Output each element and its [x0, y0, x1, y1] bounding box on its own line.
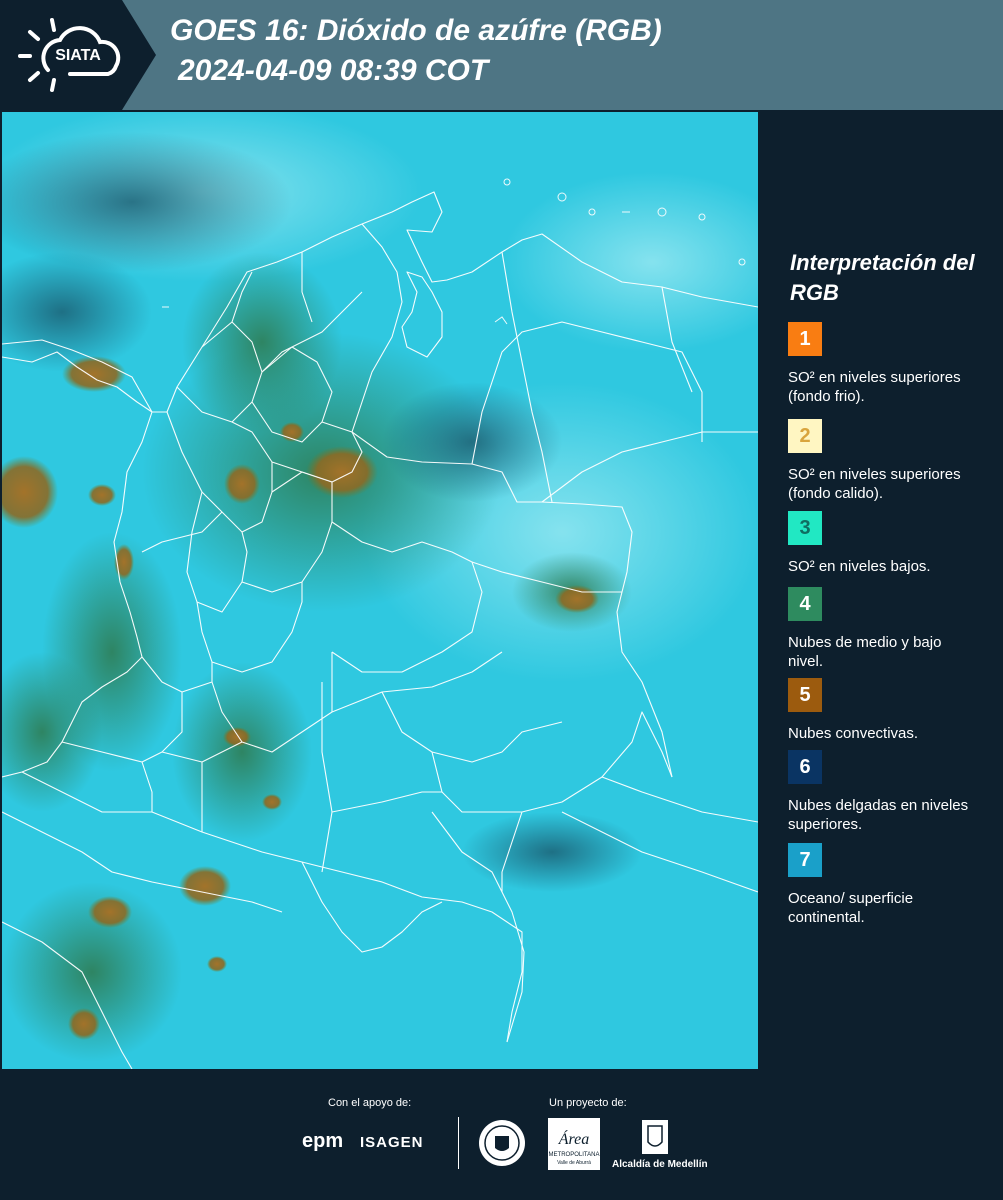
- page-title: GOES 16: Dióxido de azúfre (RGB): [170, 14, 662, 47]
- alcaldia-shield-icon: [642, 1120, 668, 1154]
- legend-label: SO² en niveles superiores (fondo frio).: [788, 369, 961, 405]
- legend-item: 7 Oceano/ superficie continental.: [788, 843, 988, 927]
- legend-number: 5: [799, 683, 811, 706]
- legend-swatch: 1: [788, 322, 822, 356]
- legend-swatch: 4: [788, 587, 822, 621]
- medellin-seal-icon: [479, 1120, 525, 1166]
- map-image: [2, 112, 758, 1069]
- alcaldia-label: Alcaldía de Medellín: [612, 1159, 708, 1170]
- isagen-logo: ISAGEN: [360, 1134, 424, 1151]
- project-label: Un proyecto de:: [549, 1097, 627, 1109]
- legend-number: 6: [799, 755, 811, 778]
- svg-text:Valle de Aburrá: Valle de Aburrá: [557, 1160, 591, 1166]
- legend-label: SO² en niveles superiores (fondo calido)…: [788, 466, 961, 502]
- legend-item: 4 Nubes de medio y bajo nivel.: [788, 587, 988, 671]
- area-metropolitana-logo: Área METROPOLITANA Valle de Aburrá: [548, 1118, 600, 1170]
- epm-logo: epm: [302, 1130, 344, 1152]
- legend-number: 2: [799, 424, 811, 447]
- legend-item: 2 SO² en niveles superiores (fondo calid…: [788, 419, 988, 503]
- legend-item: 1 SO² en niveles superiores (fondo frio)…: [788, 322, 988, 406]
- page-timestamp: 2024-04-09 08:39 COT: [178, 54, 489, 87]
- footer: Con el apoyo de: Un proyecto de: epm ISA…: [0, 1070, 1003, 1200]
- legend-swatch: 2: [788, 419, 822, 453]
- legend-swatch: 6: [788, 750, 822, 784]
- legend-title: Interpretación del RGB: [790, 250, 975, 305]
- legend-swatch: 7: [788, 843, 822, 877]
- legend-label: Nubes de medio y bajo nivel.: [788, 634, 942, 670]
- legend-number: 4: [799, 592, 811, 615]
- header: SIATA GOES 16: Dióxido de azúfre (RGB) 2…: [0, 0, 1003, 110]
- legend-label: Nubes convectivas.: [788, 725, 919, 742]
- support-label: Con el apoyo de:: [328, 1097, 412, 1109]
- satellite-map: [2, 112, 758, 1069]
- footer-divider: [458, 1117, 459, 1169]
- legend-swatch: 5: [788, 678, 822, 712]
- legend-label: Oceano/ superficie continental.: [788, 890, 914, 926]
- legend-label: Nubes delgadas en niveles superiores.: [788, 797, 969, 833]
- logo-text: SIATA: [55, 47, 101, 64]
- svg-text:METROPOLITANA: METROPOLITANA: [549, 1152, 600, 1158]
- legend-panel: Interpretación del RGB 1 SO² en niveles …: [760, 110, 1003, 1070]
- legend-item: 6 Nubes delgadas en niveles superiores.: [788, 750, 988, 834]
- legend-swatch: 3: [788, 511, 822, 545]
- legend-number: 3: [799, 516, 811, 539]
- svg-text:Área: Área: [558, 1129, 590, 1148]
- legend-item: 5 Nubes convectivas.: [788, 678, 988, 743]
- legend-number: 1: [799, 327, 811, 350]
- siata-logo: SIATA: [18, 18, 121, 92]
- legend-label: SO² en niveles bajos.: [788, 558, 931, 575]
- legend-number: 7: [799, 848, 811, 871]
- legend-item: 3 SO² en niveles bajos.: [788, 511, 988, 576]
